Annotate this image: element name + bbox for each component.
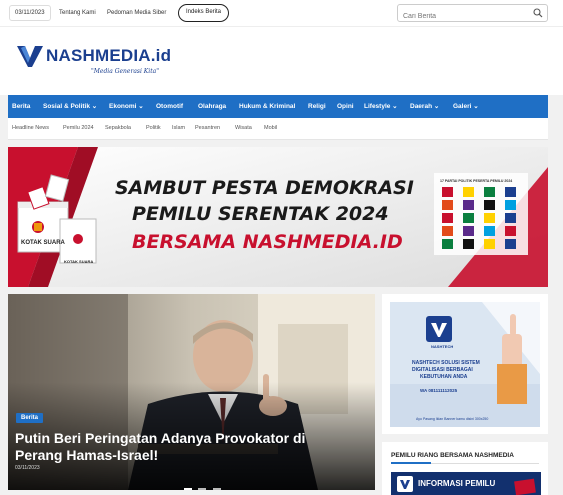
indeks-berita-button[interactable]: Indeks Berita	[178, 4, 230, 22]
sub-nav: Headline News Pemilu 2024 Sepakbola Poli…	[8, 118, 548, 140]
widget-thumb-accent	[514, 478, 536, 495]
banner-line-3: BERSAMA NASHMEDIA.ID	[132, 231, 403, 253]
party-logo	[505, 239, 516, 249]
search-icon[interactable]	[533, 8, 543, 18]
nav-opini[interactable]: Opini	[337, 95, 354, 118]
top-bar: 03/11/2023 Tentang Kami Pedoman Media Si…	[0, 0, 563, 27]
banner-line-2: PEMILU SERENTAK 2024	[132, 203, 389, 225]
party-logo	[484, 239, 495, 249]
ad-text-line-2: DIGITALISASI BERBAGAI	[412, 367, 473, 373]
subnav-wisata[interactable]: Wisata	[235, 125, 252, 131]
subnav-mobil[interactable]: Mobil	[264, 125, 277, 131]
party-logo	[442, 226, 453, 236]
party-logo	[484, 213, 495, 223]
party-logo	[442, 200, 453, 210]
pemilu-banner[interactable]: KOTAK SUARA KOTAK SUARA SAMBUT PESTA DEM…	[8, 147, 548, 287]
party-logo	[505, 187, 516, 197]
party-logo	[442, 187, 453, 197]
subnav-islam[interactable]: Islam	[172, 125, 185, 131]
party-logo	[463, 187, 474, 197]
nav-otomotif[interactable]: Otomotif	[156, 95, 183, 118]
nav-ekonomi[interactable]: Ekonomi ⌄	[109, 95, 144, 118]
link-tentang-kami[interactable]: Tentang Kami	[59, 10, 96, 16]
nashtech-ad-graphic: NASHTECH NASHTECH SOLUSI SISTEM DIGITALI…	[390, 302, 540, 427]
widget-thumbnail[interactable]: INFORMASI PEMILU	[391, 472, 541, 495]
party-logo	[442, 213, 453, 223]
party-logo	[505, 226, 516, 236]
widget-thumb-text: INFORMASI PEMILU	[418, 479, 496, 488]
subnav-sepakbola[interactable]: Sepakbola	[105, 125, 131, 131]
nashmedia-logo-icon	[397, 476, 413, 492]
nav-lifestyle[interactable]: Lifestyle ⌄	[364, 95, 398, 118]
slider-dot-3[interactable]	[212, 488, 221, 490]
search-input[interactable]	[398, 8, 518, 25]
ad-phone: WA 081111112025	[420, 388, 458, 393]
nav-berita[interactable]: Berita	[12, 95, 30, 118]
nav-olahraga[interactable]: Olahraga	[198, 95, 226, 118]
party-logo	[484, 187, 495, 197]
party-logos-icon	[434, 173, 528, 255]
nashtech-ad[interactable]: NASHTECH NASHTECH SOLUSI SISTEM DIGITALI…	[382, 294, 548, 434]
widget-title: PEMILU RIANG BERSAMA NASHMEDIA	[391, 452, 514, 459]
headline-title-line-2: Perang Hamas-Israel!	[15, 447, 159, 463]
search-box	[397, 4, 548, 25]
logo-mark-icon	[17, 46, 43, 67]
banner-graphic: KOTAK SUARA KOTAK SUARA SAMBUT PESTA DEM…	[8, 147, 548, 287]
category-badge[interactable]: Berita	[16, 413, 44, 423]
site-header: NASHMEDIA.id "Media Generasi Kita"	[0, 27, 563, 95]
nav-daerah[interactable]: Daerah ⌄	[410, 95, 439, 118]
main-nav: Berita Sosial & Politik ⌄ Ekonomi ⌄ Otom…	[8, 95, 548, 118]
party-logo	[463, 239, 474, 249]
party-logo	[463, 213, 474, 223]
slider-dot-2[interactable]	[198, 488, 207, 490]
ad-brand: NASHTECH	[431, 344, 453, 349]
parties-title: 17 PARTAI POLITIK PESERTA PEMILU 2024	[440, 179, 512, 183]
nav-hukum-kriminal[interactable]: Hukum & Kriminal	[239, 95, 295, 118]
headline-date: 03/11/2023	[15, 465, 40, 471]
subnav-politik[interactable]: Politik	[146, 125, 161, 131]
ad-text-line-3: KEBUTUHAN ANDA	[420, 374, 468, 380]
subnav-pemilu-2024[interactable]: Pemilu 2024	[63, 125, 94, 131]
ballot-box-label-small: KOTAK SUARA	[64, 259, 93, 264]
subnav-pesantren[interactable]: Pesantren	[195, 125, 220, 131]
logo-tagline: "Media Generasi Kita"	[91, 68, 159, 75]
nav-sosial-politik[interactable]: Sosial & Politik ⌄	[43, 95, 97, 118]
site-logo[interactable]: NASHMEDIA.id "Media Generasi Kita"	[16, 43, 176, 83]
pemilu-widget: PEMILU RIANG BERSAMA NASHMEDIA INFORMASI…	[382, 442, 548, 495]
current-date: 03/11/2023	[9, 5, 51, 21]
party-logo	[505, 200, 516, 210]
headline-title-line-1: Putin Beri Peringatan Adanya Provokator …	[15, 430, 306, 446]
headline-title[interactable]: Putin Beri Peringatan Adanya Provokator …	[15, 430, 365, 464]
slider-dots	[184, 478, 221, 490]
party-logo	[484, 200, 495, 210]
nav-religi[interactable]: Religi	[308, 95, 326, 118]
widget-accent	[391, 462, 431, 464]
banner-line-1: SAMBUT PESTA DEMOKRASI	[115, 177, 414, 199]
ad-text-line-1: NASHTECH SOLUSI SISTEM	[412, 360, 480, 366]
party-logo	[505, 213, 516, 223]
party-logo	[463, 226, 474, 236]
subnav-headline-news[interactable]: Headline News	[12, 125, 49, 131]
slider-dot-1[interactable]	[184, 488, 192, 490]
party-logo	[484, 226, 495, 236]
nav-galeri[interactable]: Galeri ⌄	[453, 95, 479, 118]
party-logo	[442, 239, 453, 249]
logo-name: NASHMEDIA.id	[46, 46, 172, 65]
link-pedoman-media-siber[interactable]: Pedoman Media Siber	[107, 10, 166, 16]
headline-slider[interactable]: Berita Putin Beri Peringatan Adanya Prov…	[8, 294, 375, 490]
party-logo	[463, 200, 474, 210]
ballot-box-label: KOTAK SUARA	[21, 240, 66, 246]
ad-caption: Ayo Pasang Iklan Banner kamu disini 300x…	[416, 417, 488, 421]
